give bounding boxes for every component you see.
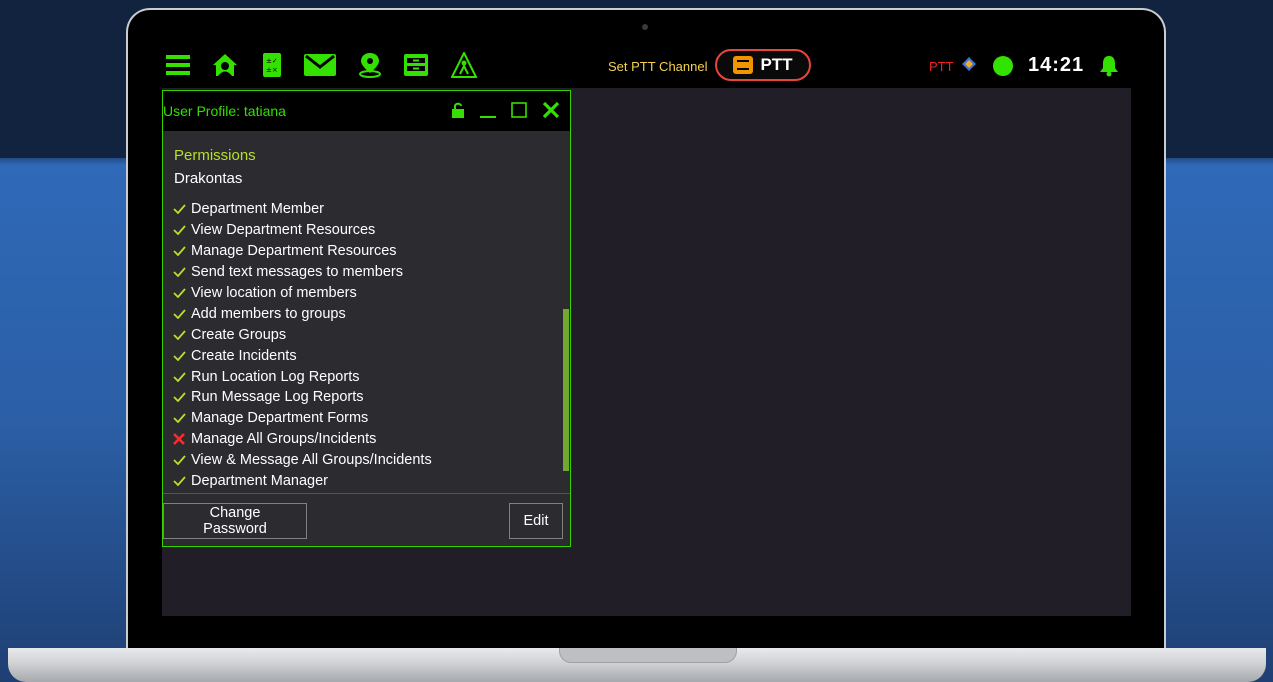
online-status-dot: [993, 56, 1013, 76]
permission-label: Department Manager: [191, 473, 329, 490]
permission-label: Run Location Log Reports: [191, 368, 360, 385]
permissions-heading: Permissions: [174, 147, 256, 164]
cross-icon: [173, 432, 191, 446]
permission-label: Department Member: [191, 201, 324, 218]
check-icon: [173, 286, 191, 300]
permission-item: Run Message Log Reports: [173, 387, 563, 408]
ptt-logo-icon: [733, 56, 754, 74]
top-toolbar: ±✓ ±× Set PTT Channel PTT PTT 14:21: [162, 44, 1131, 88]
forms-icon[interactable]: ±✓ ±×: [258, 51, 286, 79]
permission-item: View Department Resources: [173, 220, 563, 241]
location-icon[interactable]: [356, 51, 384, 79]
permission-label: Manage Department Resources: [191, 243, 397, 260]
bell-icon[interactable]: [1099, 55, 1119, 77]
permission-item: View location of members: [173, 283, 563, 304]
laptop-notch: [559, 648, 737, 663]
permission-item: View & Message All Groups/Incidents: [173, 450, 563, 471]
change-password-button[interactable]: Change Password: [163, 503, 307, 539]
unlock-icon[interactable]: [452, 101, 464, 119]
permission-item: Run Location Log Reports: [173, 366, 563, 387]
user-profile-panel: User Profile: tatiana Permissions Drakon…: [162, 90, 571, 547]
permissions-list: Department Member View Department Resourc…: [173, 199, 563, 491]
permission-item: Create Incidents: [173, 345, 563, 366]
ptt-button-label: PTT: [760, 55, 793, 74]
scrollbar-thumb[interactable]: [563, 309, 569, 471]
permission-item: Manage All Groups/Incidents: [173, 429, 563, 450]
home-icon[interactable]: [211, 51, 239, 79]
panel-title: User Profile: tatiana: [163, 103, 286, 119]
panel-body: Permissions Drakontas Department Member V…: [163, 131, 570, 493]
check-icon: [173, 370, 191, 384]
clock: 14:21: [1028, 54, 1085, 76]
permission-label: Manage All Groups/Incidents: [191, 431, 377, 448]
ptt-button[interactable]: PTT: [715, 49, 811, 81]
permission-label: Create Incidents: [191, 347, 297, 364]
camera-dot: [642, 24, 648, 30]
permission-item: Manage Department Resources: [173, 241, 563, 262]
check-icon: [173, 453, 191, 467]
permission-label: Run Message Log Reports: [191, 389, 364, 406]
permission-label: View Department Resources: [191, 222, 376, 239]
app-screen: ±✓ ±× Set PTT Channel PTT PTT 14:21 User…: [162, 44, 1131, 616]
panel-footer: Change Password Edit: [163, 493, 570, 547]
incident-icon[interactable]: [450, 51, 478, 79]
svg-text:±✓: ±✓: [266, 57, 278, 65]
close-icon[interactable]: [542, 101, 560, 119]
mail-icon[interactable]: [302, 51, 338, 79]
maximize-icon[interactable]: [511, 101, 527, 119]
check-icon: [173, 328, 191, 342]
check-icon: [173, 390, 191, 404]
permission-item: Department Member: [173, 199, 563, 220]
permission-label: Manage Department Forms: [191, 410, 369, 427]
check-icon: [173, 265, 191, 279]
check-icon: [173, 411, 191, 425]
permission-item: Add members to groups: [173, 303, 563, 324]
check-icon: [173, 474, 191, 488]
permission-label: Create Groups: [191, 326, 287, 343]
check-icon: [173, 307, 191, 321]
diamond-status-icon: [962, 57, 976, 71]
department-name: Drakontas: [174, 170, 243, 187]
check-icon: [173, 349, 191, 363]
permission-item: Manage Department Forms: [173, 408, 563, 429]
permission-label: View location of members: [191, 285, 357, 301]
check-icon: [173, 244, 191, 258]
set-ptt-channel-label[interactable]: Set PTT Channel: [608, 59, 707, 74]
permission-item: Department Manager: [173, 471, 563, 492]
svg-text:±×: ±×: [266, 66, 278, 74]
edit-button[interactable]: Edit: [509, 503, 563, 539]
permission-item: Send text messages to members: [173, 262, 563, 283]
permission-item: Create Groups: [173, 324, 563, 345]
permission-label: View & Message All Groups/Incidents: [191, 452, 432, 469]
permission-label: Send text messages to members: [191, 264, 403, 281]
ptt-status-text: PTT: [929, 59, 954, 74]
minimize-icon[interactable]: [480, 101, 496, 119]
check-icon: [173, 223, 191, 237]
permission-label: Add members to groups: [191, 305, 346, 322]
panel-header: User Profile: tatiana: [163, 91, 570, 131]
menu-icon[interactable]: [164, 51, 192, 79]
check-icon: [173, 202, 191, 216]
records-icon[interactable]: [402, 51, 430, 79]
